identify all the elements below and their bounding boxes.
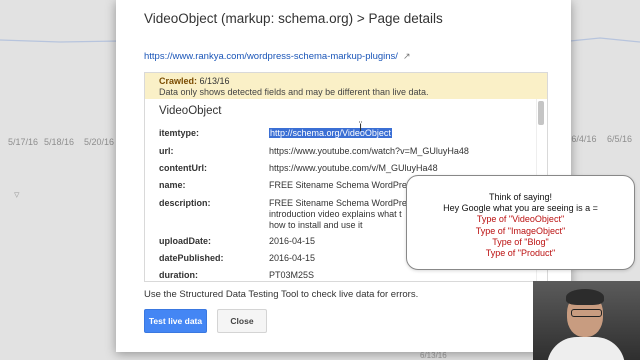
page-url-link[interactable]: https://www.rankya.com/wordpress-schema-… <box>144 51 411 62</box>
presenter-hair <box>566 289 604 305</box>
field-key: datePublished: <box>159 253 224 263</box>
field-value: FREE Sitename Schema WordPre introductio… <box>269 198 407 230</box>
field-value: https://www.youtube.com/watch?v=M_GUluyH… <box>269 146 469 156</box>
page-url-text[interactable]: https://www.rankya.com/wordpress-schema-… <box>144 51 398 62</box>
annotation-type-item: Type of "VideoObject" <box>476 214 565 225</box>
annotation-type-item: Type of "Product" <box>485 248 556 259</box>
selected-text[interactable]: http://schema.org/VideoObject <box>269 128 392 138</box>
test-live-data-button[interactable]: Test live data <box>144 309 207 333</box>
crawled-date: 6/13/16 <box>199 76 230 86</box>
dialog-title: VideoObject (markup: schema.org) > Page … <box>144 11 443 26</box>
field-key: duration: <box>159 270 198 280</box>
field-value[interactable]: http://schema.org/VideoObject <box>269 128 429 139</box>
text-cursor-icon: Ї <box>359 122 363 134</box>
field-key: url: <box>159 146 174 156</box>
field-value: PT03M25S <box>269 270 315 280</box>
crawled-label: Crawled: 6/13/16 <box>159 76 230 86</box>
annotation-line: Think of saying! <box>488 192 553 202</box>
field-key: contentUrl: <box>159 163 207 173</box>
annotation-type-item: Type of "Blog" <box>492 236 549 247</box>
field-value: FREE Sitename Schema WordPre <box>269 180 407 190</box>
field-value: https://www.youtube.com/v/M_GUluyHa48 <box>269 163 438 173</box>
annotation-callout: Think of saying! Hey Google what you are… <box>406 175 635 270</box>
field-key: itemtype: <box>159 128 200 138</box>
webcam-overlay <box>533 281 640 360</box>
field-key: description: <box>159 198 211 208</box>
crawled-label-text: Crawled: <box>159 76 198 86</box>
field-key: uploadDate: <box>159 236 212 246</box>
crawled-banner: Crawled: 6/13/16 Data only shows detecte… <box>145 73 547 99</box>
annotation-line: Hey Google what you are seeing is a = <box>443 203 598 214</box>
crawled-note: Data only shows detected fields and may … <box>159 87 429 97</box>
results-scrollbar-thumb[interactable] <box>538 101 544 125</box>
close-button[interactable]: Close <box>217 309 267 333</box>
testing-tool-hint: Use the Structured Data Testing Tool to … <box>144 289 419 300</box>
presenter-glasses <box>571 309 602 317</box>
field-value: 2016-04-15 <box>269 253 316 263</box>
external-link-icon[interactable]: ↗ <box>403 51 411 62</box>
field-key: name: <box>159 180 186 190</box>
item-type-heading: VideoObject <box>159 105 222 117</box>
annotation-type-item: Type of "ImageObject" <box>475 225 566 236</box>
field-value: 2016-04-15 <box>269 236 316 246</box>
